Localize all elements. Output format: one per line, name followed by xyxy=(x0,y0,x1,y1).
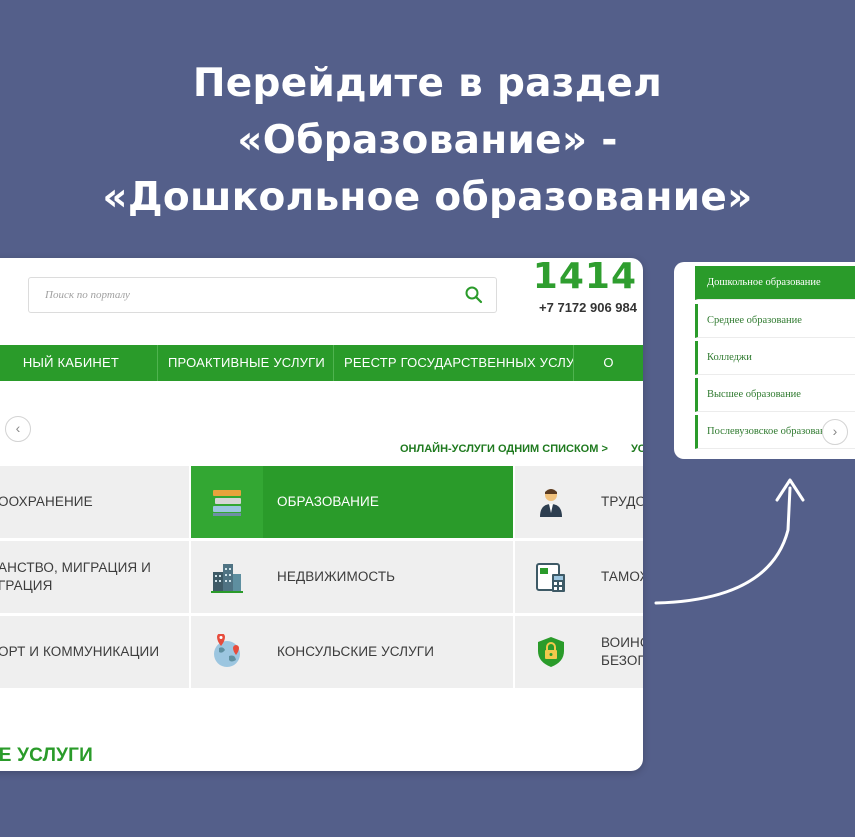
portal-screenshot-card: 1414 +7 7172 906 984 НЫЙ КАБИНЕТ ПРОАКТИ… xyxy=(0,258,643,771)
online-services-list-link[interactable]: ОНЛАЙН-УСЛУГИ ОДНИМ СПИСКОМ > xyxy=(400,443,608,455)
submenu-secondary-education[interactable]: Среднее образование xyxy=(695,304,855,338)
search-box[interactable] xyxy=(28,277,497,313)
globe-location-icon xyxy=(191,616,263,688)
category-label: ОРТ И КОММУНИКАЦИИ xyxy=(0,644,160,659)
category-label: ООХРАНЕНИЕ xyxy=(0,494,93,509)
category-citizenship[interactable]: АНСТВО, МИГРАЦИЯ И ГРАЦИЯ xyxy=(0,541,189,613)
education-submenu: Дошкольное образование Среднее образован… xyxy=(674,262,855,459)
services-link[interactable]: УСЛУ xyxy=(631,443,643,455)
category-label: АНСТВО, МИГРАЦИЯ И ГРАЦИЯ xyxy=(0,560,151,593)
category-consular-services[interactable]: КОНСУЛЬСКИЕ УСЛУГИ xyxy=(191,616,513,688)
carousel-next-button[interactable]: › xyxy=(822,419,848,445)
submenu-preschool-education[interactable]: Дошкольное образование xyxy=(695,266,855,300)
worker-icon xyxy=(515,466,587,538)
calculator-document-icon xyxy=(515,541,587,613)
category-label: ТРУДО xyxy=(601,494,643,509)
category-military-security[interactable]: ВОИНС БЕЗОП xyxy=(515,616,643,688)
services-section-title: ЫЕ УСЛУГИ xyxy=(0,745,93,766)
nav-about[interactable]: О xyxy=(574,345,643,381)
category-label: ТАМОЖ xyxy=(601,569,643,584)
phone-number: +7 7172 906 984 xyxy=(539,300,637,315)
search-input[interactable] xyxy=(43,278,447,312)
nav-personal-cabinet[interactable]: НЫЙ КАБИНЕТ xyxy=(0,345,158,381)
instruction-headline: Перейдите в раздел «Образование» - «Дошк… xyxy=(0,55,855,226)
category-labor[interactable]: ТРУДО xyxy=(515,466,643,538)
category-transport[interactable]: ОРТ И КОММУНИКАЦИИ xyxy=(0,616,189,688)
nav-services-registry[interactable]: РЕЕСТР ГОСУДАРСТВЕННЫХ УСЛУГ xyxy=(334,345,574,381)
category-label: ОБРАЗОВАНИЕ xyxy=(277,494,379,509)
headline-line-3: «Дошкольное образование» xyxy=(102,175,753,220)
nav-proactive-services[interactable]: ПРОАКТИВНЫЕ УСЛУГИ xyxy=(158,345,334,381)
headline-line-1: Перейдите в раздел xyxy=(192,61,663,106)
headline-line-2: «Образование» - xyxy=(237,118,618,163)
category-label: КОНСУЛЬСКИЕ УСЛУГИ xyxy=(277,644,435,659)
pointer-arrow-icon xyxy=(654,478,805,605)
search-icon[interactable] xyxy=(464,285,484,305)
submenu-higher-education[interactable]: Высшее образование xyxy=(695,378,855,412)
hotline-number: 1414 xyxy=(532,258,637,297)
category-healthcare[interactable]: ООХРАНЕНИЕ xyxy=(0,466,189,538)
category-education[interactable]: ОБРАЗОВАНИЕ xyxy=(191,466,513,538)
quick-links: ОНЛАЙН-УСЛУГИ ОДНИМ СПИСКОМ > УСЛУ xyxy=(400,443,643,455)
shield-lock-icon xyxy=(515,616,587,688)
category-real-estate[interactable]: НЕДВИЖИМОСТЬ xyxy=(191,541,513,613)
buildings-icon xyxy=(191,541,263,613)
books-icon xyxy=(191,466,263,538)
category-label: НЕДВИЖИМОСТЬ xyxy=(277,569,396,584)
submenu-colleges[interactable]: Колледжи xyxy=(695,341,855,375)
category-grid: ООХРАНЕНИЕ ОБРАЗОВАНИЕ ТРУДО АНСТВО, МИГ… xyxy=(0,466,643,688)
carousel-prev-button[interactable]: ‹ xyxy=(5,416,31,442)
category-label: ВОИНС БЕЗОП xyxy=(601,635,643,668)
category-customs[interactable]: ТАМОЖ xyxy=(515,541,643,613)
main-navigation: НЫЙ КАБИНЕТ ПРОАКТИВНЫЕ УСЛУГИ РЕЕСТР ГО… xyxy=(0,345,643,381)
